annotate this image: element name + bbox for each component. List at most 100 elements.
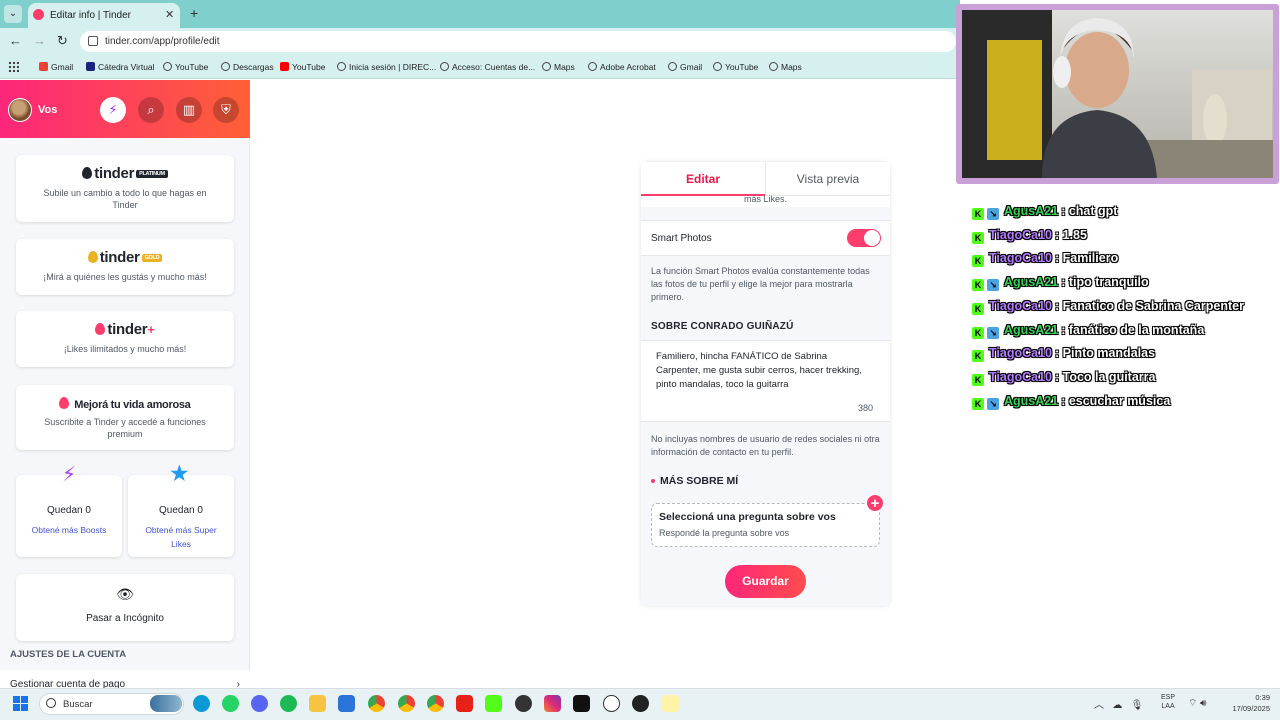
chat-username[interactable]: TiagoCa10: [989, 299, 1052, 313]
bookmark-item[interactable]: Descargas: [221, 59, 274, 75]
tinder-flame-icon: [59, 397, 70, 409]
bookmark-item[interactable]: Adobe Acrobat: [588, 59, 656, 75]
search-placeholder: Buscar: [63, 699, 93, 710]
spotify-icon[interactable]: [280, 695, 297, 712]
subscribe-card[interactable]: Mejorá tu vida amorosa Suscribite a Tind…: [16, 385, 234, 450]
youtube-icon: [280, 62, 289, 71]
explore-icon[interactable]: ⌕: [138, 97, 164, 123]
briefcase-icon[interactable]: ▥: [176, 97, 202, 123]
keyboard-language[interactable]: ESP LAA: [1161, 693, 1175, 711]
platinum-card[interactable]: tinder PLATINUM Subile un cambio a todo l…: [16, 155, 234, 222]
chrome-icon[interactable]: [427, 695, 444, 712]
kick-icon[interactable]: [485, 695, 502, 712]
speedometer-icon[interactable]: [632, 695, 649, 712]
super-likes-card[interactable]: Quedan 0 Obtené más Super Likes: [128, 475, 234, 557]
globe-icon: [221, 62, 230, 71]
chat-username[interactable]: TiagoCa10: [989, 370, 1052, 384]
avatar[interactable]: [8, 98, 32, 122]
bookmark-item[interactable]: Maps: [542, 59, 575, 75]
url-text: tinder.com/app/profile/edit: [105, 36, 220, 47]
incognito-card[interactable]: 👁︎ Pasar a Incógnito: [16, 574, 234, 641]
notes-icon[interactable]: [662, 695, 679, 712]
bookmark-item[interactable]: YouTube: [163, 59, 208, 75]
system-tray-icons[interactable]: ︿ ☁ 🎙︎: [1094, 696, 1143, 711]
bookmark-item[interactable]: Acceso: Cuentas de...: [440, 59, 535, 75]
url-input[interactable]: tinder.com/app/profile/edit: [80, 31, 956, 52]
instagram-icon[interactable]: [544, 695, 561, 712]
toggle-knob: [864, 230, 880, 246]
forward-arrow-icon[interactable]: →: [33, 33, 46, 48]
new-tab-plus-icon[interactable]: +: [190, 5, 198, 21]
smart-photos-description: La función Smart Photos evalúa constante…: [651, 266, 870, 302]
chat-username[interactable]: TiagoCa10: [989, 346, 1052, 360]
tab-search-chevron-icon[interactable]: ⌄: [4, 5, 22, 23]
manage-payment-item[interactable]: Gestionar cuenta de pago ›: [0, 670, 250, 688]
lang-line2: LAA: [1161, 703, 1175, 710]
chat-username[interactable]: TiagoCa10: [989, 251, 1052, 265]
globe-icon: [542, 62, 551, 71]
discord-icon[interactable]: [251, 695, 268, 712]
bookmark-item[interactable]: YouTube: [280, 59, 325, 75]
tiktok-icon[interactable]: [573, 695, 590, 712]
obs-icon[interactable]: [515, 695, 532, 712]
chat-username[interactable]: AgusA21: [1004, 323, 1058, 337]
chrome-icon[interactable]: [368, 695, 385, 712]
gold-card[interactable]: tinder GOLD ¡Mirá a quiénes les gustás y …: [16, 239, 234, 295]
close-tab-icon[interactable]: ✕: [165, 8, 174, 21]
tab-preview[interactable]: Vista previa: [765, 162, 890, 196]
get-super-likes-link[interactable]: Obtené más Super Likes: [128, 523, 234, 551]
chat-username[interactable]: AgusA21: [1004, 275, 1058, 289]
wifi-volume-icons[interactable]: ⌔ 🔊︎: [1188, 697, 1206, 710]
tab-edit[interactable]: Editar: [641, 162, 765, 196]
chat-username[interactable]: AgusA21: [1004, 204, 1058, 218]
required-dot: [651, 479, 655, 483]
account-settings-heading: AJUSTES DE LA CUENTA: [10, 649, 127, 660]
prompt-title: Seleccioná una pregunta sobre vos: [659, 511, 836, 523]
reload-icon[interactable]: ↻: [57, 33, 68, 49]
plus-card[interactable]: tinder+ ¡Likes ilimitados y mucho más!: [16, 311, 234, 367]
chat-username[interactable]: TiagoCa10: [989, 228, 1052, 242]
globe-icon: [337, 62, 346, 71]
bookmark-item[interactable]: Maps: [769, 59, 802, 75]
site-settings-icon[interactable]: [88, 36, 98, 46]
chrome-icon[interactable]: [398, 695, 415, 712]
prompt-subtitle: Respondé la pregunta sobre vos: [659, 528, 790, 538]
more-likes-text: más Likes.: [743, 194, 787, 204]
chat-username[interactable]: AgusA21: [1004, 394, 1058, 408]
boosts-card[interactable]: Quedan 0 Obtené más Boosts: [16, 475, 122, 557]
bookmark-label: Inicia sesión | DIREC...: [349, 62, 437, 72]
tinder-logo-text: tinder: [107, 321, 148, 338]
bookmark-item[interactable]: Cátedra Virtual: [86, 59, 155, 75]
chat-message: K ↘ AgusA21: fanático de la montaña: [972, 320, 1204, 340]
boost-lightning-icon[interactable]: ⚡: [100, 97, 126, 123]
profile-name[interactable]: Vos: [38, 104, 57, 116]
back-arrow-icon[interactable]: ←: [9, 33, 22, 48]
prompt-selector[interactable]: [651, 503, 880, 547]
bookmark-item[interactable]: Inicia sesión | DIREC...: [337, 59, 436, 75]
gold-badge: GOLD: [141, 254, 163, 262]
browser-tab[interactable]: Editar info | Tinder: [28, 3, 180, 28]
shield-icon[interactable]: ⛨: [213, 97, 239, 123]
taskbar-clock[interactable]: 0:39 17/09/2025: [1226, 692, 1270, 714]
store-icon[interactable]: [338, 695, 355, 712]
bookmark-item[interactable]: Gmail: [668, 59, 702, 75]
media-player-icon[interactable]: [456, 695, 473, 712]
apps-grid-icon[interactable]: [8, 61, 19, 72]
tinder-flame-icon: [95, 323, 106, 335]
tinder-logo-text: tinder: [94, 165, 135, 182]
chatgpt-icon[interactable]: [603, 695, 620, 712]
bookmark-label: Adobe Acrobat: [600, 62, 656, 72]
folder-icon[interactable]: [309, 695, 326, 712]
add-prompt-plus-icon[interactable]: +: [866, 494, 884, 512]
edge-icon[interactable]: [193, 695, 210, 712]
whatsapp-icon[interactable]: [222, 695, 239, 712]
bookmark-item[interactable]: Gmail: [39, 59, 73, 75]
clock-date: 17/09/2025: [1232, 704, 1270, 713]
globe-icon: [769, 62, 778, 71]
bookmark-item[interactable]: YouTube: [713, 59, 758, 75]
save-button[interactable]: Guardar: [725, 565, 806, 598]
get-boosts-link[interactable]: Obtené más Boosts: [16, 523, 122, 537]
tinder-favicon-icon: [33, 9, 44, 20]
windows-start-icon[interactable]: [13, 696, 29, 712]
weather-widget-icon[interactable]: [150, 695, 182, 712]
